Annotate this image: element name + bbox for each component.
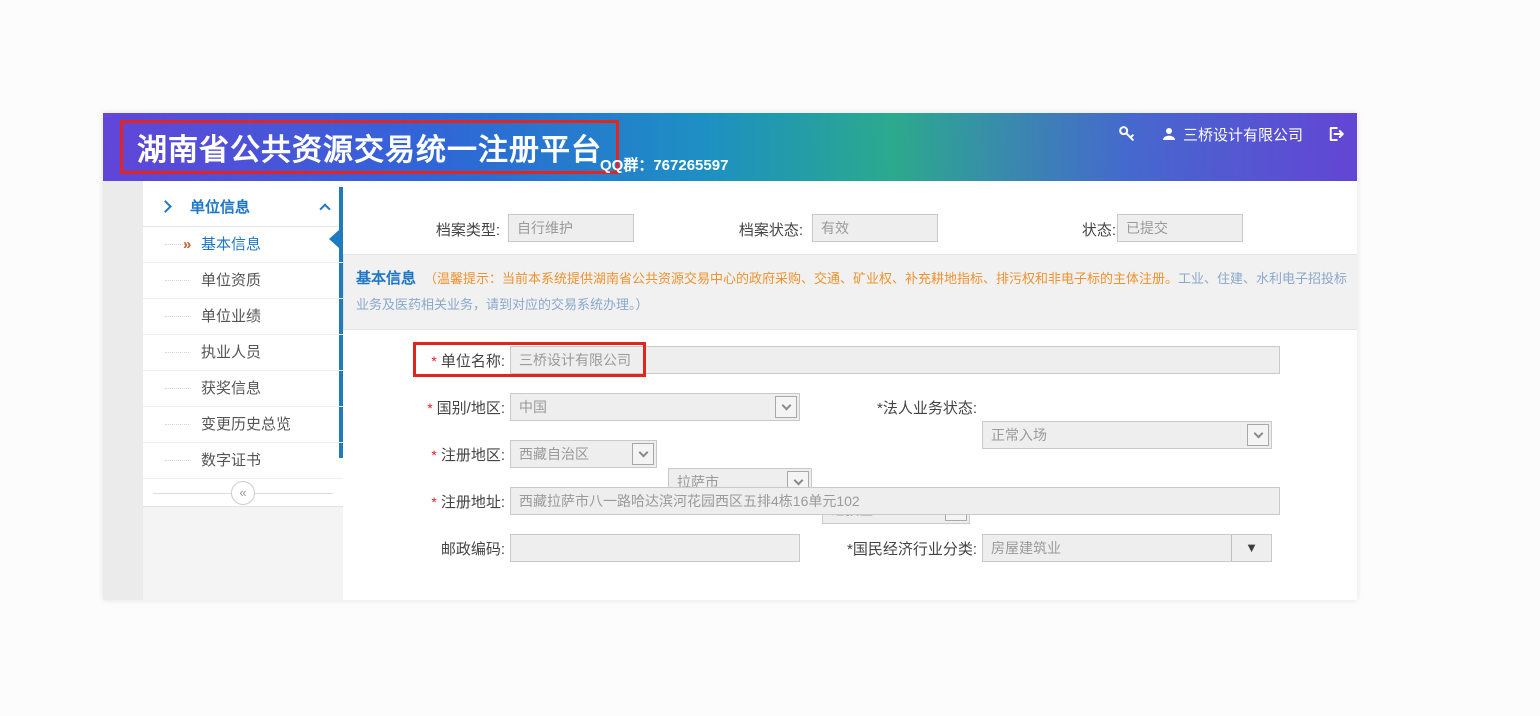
status-label: 状态: [1006, 219, 1116, 240]
archive-status-row: 档案类型: 档案状态: 状态: [343, 214, 1357, 242]
sidebar-filler [143, 507, 343, 600]
archive-type-field[interactable] [508, 214, 634, 242]
required-asterisk: * [431, 494, 436, 510]
address-label: *注册地址: [345, 491, 505, 512]
basic-info-section-header: 基本信息 （温馨提示：当前本系统提供湖南省公共资源交易中心的政府采购、交通、矿业权… [343, 254, 1357, 330]
sidebar-group-unit-info[interactable]: 单位信息 [143, 187, 343, 227]
industry-label: *国民经济行业分类: [757, 538, 977, 559]
address-field[interactable] [510, 487, 1280, 515]
qq-group-text: QQ群：767265597 [600, 154, 728, 175]
password-key-icon[interactable] [1117, 124, 1137, 144]
company-name-row: *单位名称: [343, 344, 1357, 391]
postal-code-label: 邮政编码: [345, 538, 505, 559]
header-banner: 湖南省公共资源交易统一注册平台 QQ群：767265597 三桥设计有限公司 [103, 113, 1357, 181]
basic-info-form: *单位名称: *国别/地区: 中国 *法人业务状态: 正常入场 [343, 344, 1357, 579]
archive-type-label: 档案类型: [390, 219, 500, 240]
sidebar-item-unit-qualification[interactable]: 单位资质 [143, 263, 343, 299]
chevron-right-icon [159, 200, 172, 213]
required-asterisk: * [427, 400, 432, 416]
section-hint-orange: （温馨提示：当前本系统提供湖南省公共资源交易中心的政府采购、交通、矿业权、补充耕… [424, 271, 1178, 286]
sidebar-item-label: 单位业绩 [201, 308, 261, 325]
sidebar: 单位信息 » 基本信息 单位资质 单位业绩 执业人员 获奖信息 变更历史总览 [143, 181, 343, 600]
sidebar-item-label: 单位资质 [201, 272, 261, 289]
archive-state-field[interactable] [812, 214, 938, 242]
sidebar-item-label: 获奖信息 [201, 380, 261, 397]
active-item-pointer [329, 230, 339, 248]
app-window: 湖南省公共资源交易统一注册平台 QQ群：767265597 三桥设计有限公司 [103, 113, 1357, 600]
postal-industry-row: 邮政编码: *国民经济行业分类: 房屋建筑业 ▼ [343, 532, 1357, 579]
status-field[interactable] [1117, 214, 1243, 242]
sidebar-item-label: 变更历史总览 [201, 416, 291, 433]
country-row: *国别/地区: 中国 *法人业务状态: 正常入场 [343, 391, 1357, 438]
sidebar-item-practicing-personnel[interactable]: 执业人员 [143, 335, 343, 371]
dropdown-chevron-icon[interactable] [632, 443, 654, 465]
sidebar-item-basic-info[interactable]: » 基本信息 [143, 227, 343, 263]
sidebar-collapse-button[interactable]: « [231, 481, 255, 505]
required-asterisk: * [431, 447, 436, 463]
site-title: 湖南省公共资源交易统一注册平台 [137, 125, 602, 169]
region-row: *注册地区: 西藏自治区 拉萨市 达孜区 [343, 438, 1357, 485]
section-title: 基本信息 [356, 270, 416, 287]
main-content: 档案类型: 档案状态: 状态: 基本信息 （温馨提示：当前本系统提供湖南省公共资源… [343, 181, 1357, 600]
sidebar-group-label: 单位信息 [190, 196, 321, 217]
region-province-select[interactable]: 西藏自治区 [510, 440, 657, 468]
dropdown-triangle-icon[interactable]: ▼ [1231, 535, 1271, 561]
industry-select[interactable]: 房屋建筑业 ▼ [982, 534, 1272, 562]
sidebar-item-label: 数字证书 [201, 452, 261, 469]
sidebar-item-label: 执业人员 [201, 344, 261, 361]
current-user[interactable]: 三桥设计有限公司 [1161, 124, 1303, 145]
archive-state-label: 档案状态: [693, 219, 803, 240]
company-name-label: *单位名称: [345, 350, 505, 371]
sidebar-item-label: 基本信息 [201, 236, 261, 253]
region-label: *注册地区: [345, 444, 505, 465]
site-title-highlight-box: 湖南省公共资源交易统一注册平台 [120, 120, 619, 174]
sidebar-item-digital-certificate[interactable]: 数字证书 [143, 443, 343, 479]
user-icon [1161, 126, 1177, 142]
sidebar-collapse-row: « [143, 479, 343, 507]
address-row: *注册地址: [343, 485, 1357, 532]
left-gutter [103, 181, 143, 600]
required-asterisk: * [431, 353, 436, 369]
country-label: *国别/地区: [345, 397, 505, 418]
company-name-field[interactable] [510, 346, 1280, 374]
legal-status-label: *法人业务状态: [757, 397, 977, 418]
sidebar-item-change-history[interactable]: 变更历史总览 [143, 407, 343, 443]
sidebar-item-unit-performance[interactable]: 单位业绩 [143, 299, 343, 335]
chevron-up-icon [319, 203, 330, 214]
active-item-marker-icon: » [183, 227, 191, 262]
sidebar-item-award-info[interactable]: 获奖信息 [143, 371, 343, 407]
user-company-name: 三桥设计有限公司 [1183, 124, 1303, 145]
logout-icon[interactable] [1327, 125, 1345, 143]
